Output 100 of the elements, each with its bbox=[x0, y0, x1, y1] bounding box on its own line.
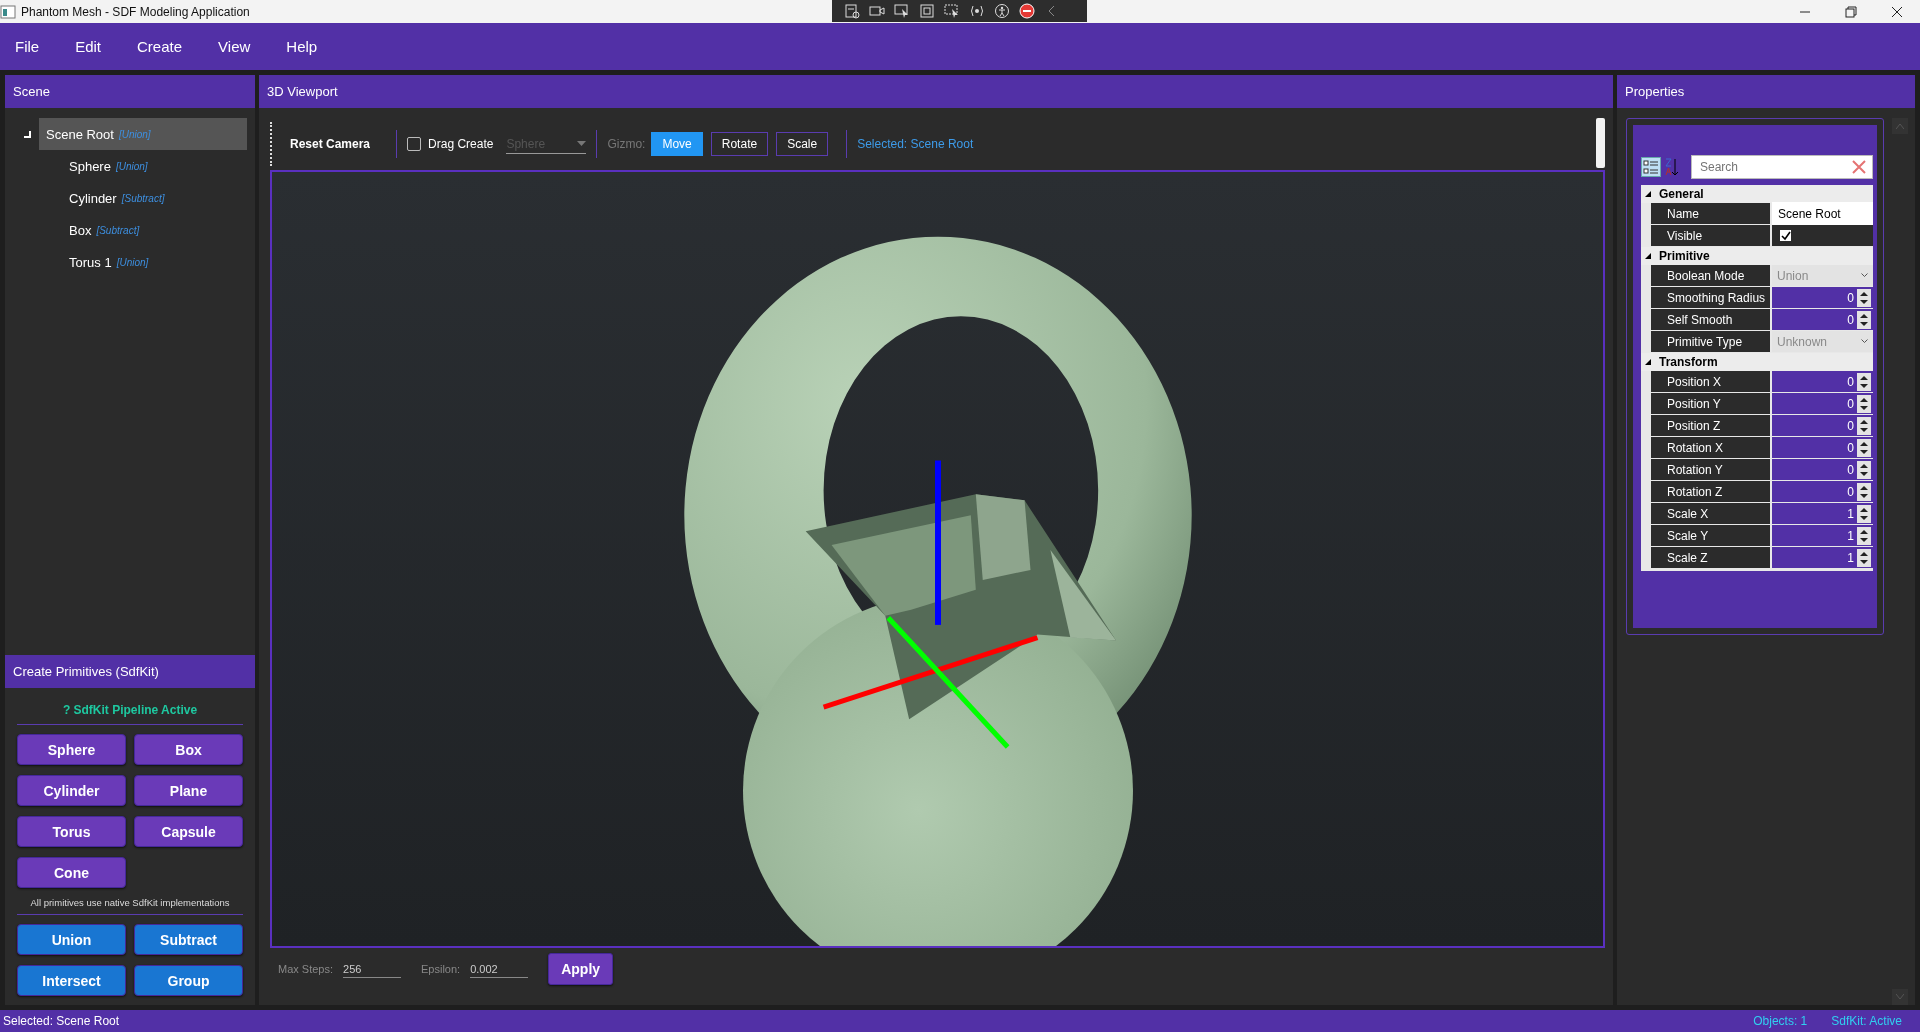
category-header[interactable]: Transform bbox=[1641, 353, 1873, 371]
tree-item[interactable]: Sphere [Union] bbox=[5, 150, 255, 182]
stop-icon[interactable] bbox=[1019, 3, 1035, 19]
max-steps-field[interactable]: 256 bbox=[343, 960, 402, 978]
menu-item[interactable]: Edit bbox=[75, 38, 102, 55]
item-name: Scene Root bbox=[46, 126, 114, 142]
panel-title: Create Primitives (SdfKit) bbox=[5, 655, 255, 688]
gizmo-drawing[interactable] bbox=[822, 460, 1039, 749]
number-field[interactable]: 1 bbox=[1772, 525, 1873, 546]
list-icon[interactable] bbox=[844, 3, 860, 19]
number-field[interactable]: 0 bbox=[1772, 371, 1873, 392]
tree-item[interactable]: Scene Root [Union] bbox=[39, 118, 247, 150]
expander-icon[interactable] bbox=[1645, 191, 1651, 197]
checkbox[interactable] bbox=[1780, 230, 1791, 241]
selection-label: Selected: Scene Root bbox=[857, 137, 974, 151]
toolbar-grip[interactable] bbox=[270, 122, 274, 166]
reset-camera-button[interactable]: Reset Camera bbox=[290, 137, 387, 151]
property-label: Self Smooth bbox=[1651, 309, 1770, 330]
scroll-bar[interactable] bbox=[1596, 118, 1605, 168]
spinner-icon[interactable] bbox=[1857, 526, 1871, 545]
cursor-icon[interactable] bbox=[944, 3, 960, 19]
operation-button[interactable]: Intersect bbox=[17, 965, 126, 996]
property-label: Smoothing Radius bbox=[1651, 287, 1770, 308]
number-field[interactable]: 0 bbox=[1772, 393, 1873, 414]
category-header[interactable]: Primitive bbox=[1641, 247, 1873, 265]
primitive-button[interactable]: Plane bbox=[134, 775, 243, 806]
sort-icon[interactable] bbox=[1665, 157, 1679, 177]
expander-icon[interactable] bbox=[1645, 253, 1651, 259]
number-field[interactable]: 0 bbox=[1772, 481, 1873, 502]
panel-title: Scene bbox=[5, 75, 255, 108]
field-label: Max Steps: bbox=[278, 963, 334, 975]
number-field[interactable]: 0 bbox=[1772, 437, 1873, 458]
epsilon-field[interactable]: 0.002 bbox=[470, 960, 529, 978]
expander-icon[interactable] bbox=[1645, 359, 1651, 365]
window-title: Phantom Mesh - SDF Modeling Application bbox=[21, 4, 250, 19]
gizmo-mode-button[interactable]: Rotate bbox=[710, 132, 769, 156]
category-header[interactable]: General bbox=[1641, 185, 1873, 203]
spinner-icon[interactable] bbox=[1857, 504, 1871, 523]
property-label: Position Y bbox=[1651, 393, 1770, 414]
operation-button[interactable]: Subtract bbox=[134, 924, 243, 955]
property-label: Primitive Type bbox=[1651, 331, 1770, 352]
viewport-canvas[interactable] bbox=[270, 170, 1605, 948]
search-field[interactable]: Search bbox=[1691, 155, 1873, 179]
panel-title: 3D Viewport bbox=[259, 75, 1613, 108]
text-field[interactable]: Scene Root bbox=[1772, 202, 1873, 225]
tree-item[interactable]: Box [Subtract] bbox=[5, 214, 255, 246]
menu-item[interactable]: Help bbox=[286, 38, 318, 55]
camera-icon[interactable] bbox=[869, 3, 885, 19]
spinner-icon[interactable] bbox=[1857, 438, 1871, 457]
apply-button[interactable]: Apply bbox=[548, 953, 614, 985]
primitive-button[interactable]: Box bbox=[134, 734, 243, 765]
operation-button[interactable]: Group bbox=[134, 965, 243, 996]
number-field[interactable]: 0 bbox=[1772, 287, 1873, 308]
number-field[interactable]: 1 bbox=[1772, 547, 1873, 568]
spinner-icon[interactable] bbox=[1857, 372, 1871, 391]
spinner-icon[interactable] bbox=[1857, 288, 1871, 307]
cursor-icon[interactable] bbox=[894, 3, 910, 19]
number-field[interactable]: 0 bbox=[1772, 415, 1873, 436]
gizmo-mode-button[interactable]: Scale bbox=[776, 132, 829, 156]
primitive-button[interactable]: Sphere bbox=[17, 734, 126, 765]
category-label: General bbox=[1659, 187, 1704, 201]
number-field[interactable]: 1 bbox=[1772, 503, 1873, 524]
item-name: Sphere bbox=[69, 158, 111, 174]
number-field[interactable]: 0 bbox=[1772, 459, 1873, 480]
category-label: Primitive bbox=[1659, 249, 1710, 263]
frame-icon[interactable] bbox=[919, 3, 935, 19]
property-label: Boolean Mode bbox=[1651, 265, 1770, 286]
property-label: Rotation Y bbox=[1651, 459, 1770, 480]
operation-button[interactable]: Union bbox=[17, 924, 126, 955]
expander-icon[interactable] bbox=[23, 130, 31, 138]
accessibility-icon[interactable] bbox=[994, 3, 1010, 19]
number-field[interactable]: 0 bbox=[1772, 309, 1873, 330]
spinner-icon[interactable] bbox=[1857, 394, 1871, 413]
primitive-button[interactable]: Torus bbox=[17, 816, 126, 847]
spinner-icon[interactable] bbox=[1857, 460, 1871, 479]
spinner-icon[interactable] bbox=[1857, 482, 1871, 501]
menu-item[interactable]: Create bbox=[137, 38, 183, 55]
tree-item[interactable]: Torus 1 [Union] bbox=[5, 246, 255, 278]
clear-icon[interactable] bbox=[1852, 160, 1866, 174]
checkbox[interactable] bbox=[407, 137, 422, 151]
menu-item[interactable]: File bbox=[15, 38, 40, 55]
menu-item[interactable]: View bbox=[218, 38, 251, 55]
checkbox-label[interactable]: Drag Create bbox=[428, 137, 494, 151]
category-label: Transform bbox=[1659, 355, 1718, 369]
primitive-button[interactable]: Cylinder bbox=[17, 775, 126, 806]
mode-tag: [Subtract] bbox=[121, 192, 165, 204]
primitive-button[interactable]: Cone bbox=[17, 857, 126, 888]
spinner-icon[interactable] bbox=[1857, 310, 1871, 329]
property-label: Scale Z bbox=[1651, 547, 1770, 568]
primitive-button[interactable]: Capsule bbox=[134, 816, 243, 847]
item-name: Box bbox=[69, 222, 92, 238]
tree-item[interactable]: Cylinder [Subtract] bbox=[5, 182, 255, 214]
spinner-icon[interactable] bbox=[1857, 416, 1871, 435]
restore-icon[interactable] bbox=[1845, 5, 1857, 18]
close-icon[interactable] bbox=[1891, 5, 1903, 18]
status-text: ? SdfKit Pipeline Active bbox=[62, 703, 198, 717]
binding-icon[interactable] bbox=[969, 3, 985, 19]
spinner-icon[interactable] bbox=[1857, 548, 1871, 567]
mode-tag: [Union] bbox=[115, 160, 148, 172]
categorized-icon[interactable] bbox=[1641, 157, 1661, 177]
